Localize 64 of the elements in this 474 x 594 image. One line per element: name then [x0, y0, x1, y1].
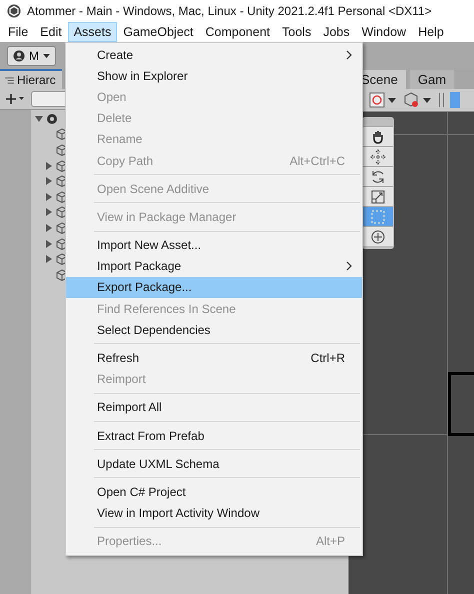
- menu-item[interactable]: Export Package...: [66, 276, 362, 298]
- hierarchy-tab[interactable]: Hierarc: [0, 69, 62, 89]
- grid-toggle-icon[interactable]: [450, 92, 460, 108]
- shortcut-text: Alt+Ctrl+C: [290, 154, 345, 168]
- menu-item[interactable]: Assets: [68, 22, 118, 42]
- shortcut-text: Alt+P: [316, 534, 345, 548]
- hand-tool-icon[interactable]: [362, 126, 393, 146]
- menu-item-label: Export Package...: [97, 280, 192, 294]
- scale-tool-icon[interactable]: [362, 186, 393, 206]
- menu-item-label: Import New Asset...: [97, 238, 202, 252]
- menu-item-label: Open C# Project: [97, 484, 186, 499]
- list-icon: [5, 76, 14, 84]
- account-icon: [13, 50, 25, 62]
- window-title: Atommer - Main - Windows, Mac, Linux - Unity 2021.2.4f1 Personal <DX11>: [27, 4, 432, 18]
- menu-item[interactable]: Extract From Prefab: [66, 425, 362, 446]
- menu-item[interactable]: Select Dependencies: [66, 319, 362, 340]
- menu-item-label: Reimport All: [97, 400, 162, 414]
- shortcut-text: Ctrl+R: [310, 351, 345, 366]
- menu-item-label: Create: [97, 48, 134, 62]
- menu-item[interactable]: Import New Asset...: [66, 234, 362, 256]
- menu-item-label: Rename: [97, 132, 142, 146]
- menu-item[interactable]: GameObject: [117, 22, 200, 42]
- scene-icon: [46, 112, 58, 125]
- menu-item[interactable]: Refresh Ctrl+R: [66, 347, 362, 369]
- menu-item-label: Update UXML Schema: [97, 456, 220, 471]
- cube-dropdown-icon[interactable]: [403, 92, 433, 108]
- gizmo-dropdown-icon[interactable]: [369, 92, 397, 108]
- menu-item-label: Extract From Prefab: [97, 428, 204, 443]
- scene-tab[interactable]: Gam: [410, 70, 454, 89]
- menu-item[interactable]: Open C# Project: [66, 481, 362, 503]
- rect-tool-icon[interactable]: [362, 206, 393, 226]
- menu-item-label: Properties...: [97, 534, 162, 548]
- dropdown-caret-icon: [43, 54, 50, 58]
- menu-item[interactable]: Reimport All: [66, 396, 362, 418]
- menu-item-label: Select Dependencies: [97, 322, 210, 337]
- menu-item[interactable]: Component: [199, 22, 276, 42]
- menu-item[interactable]: Update UXML Schema: [66, 453, 362, 474]
- menu-item[interactable]: Jobs: [317, 22, 356, 42]
- add-icon[interactable]: [5, 93, 25, 105]
- menu-item-label: Show in Explorer: [97, 68, 188, 83]
- menu-item[interactable]: View in Import Activity Window: [66, 502, 362, 524]
- menu-item[interactable]: Help: [412, 22, 450, 42]
- expanded-arrow-icon[interactable]: [35, 114, 43, 123]
- menu-item-label: Delete: [97, 111, 132, 126]
- rotate-tool-icon[interactable]: [362, 166, 393, 186]
- menu-item[interactable]: Create: [66, 44, 362, 66]
- unity-logo-icon: [7, 4, 21, 18]
- menu-item-label: Refresh: [97, 351, 140, 366]
- account-button[interactable]: M: [7, 46, 56, 66]
- menu-item[interactable]: File: [2, 22, 34, 42]
- menu-item-label: Open: [97, 90, 126, 104]
- move-tool-icon[interactable]: [362, 146, 393, 166]
- menu-item[interactable]: Tools: [276, 22, 318, 42]
- menu-item[interactable]: Window: [356, 22, 412, 42]
- menu-item[interactable]: Import Package: [66, 256, 362, 277]
- menu-item-label: Copy Path: [97, 154, 154, 168]
- menu-item-label: Reimport: [97, 372, 146, 386]
- menu-item-label: Find References In Scene: [97, 302, 236, 316]
- menu-item-label: View in Package Manager: [97, 210, 236, 224]
- menu-item[interactable]: Edit: [34, 22, 68, 42]
- menu-item-label: Open Scene Additive: [97, 182, 210, 196]
- menu-item-label: Import Package: [97, 259, 182, 274]
- menu-item-label: View in Import Activity Window: [97, 506, 260, 520]
- transform-tool-icon[interactable]: [362, 226, 393, 246]
